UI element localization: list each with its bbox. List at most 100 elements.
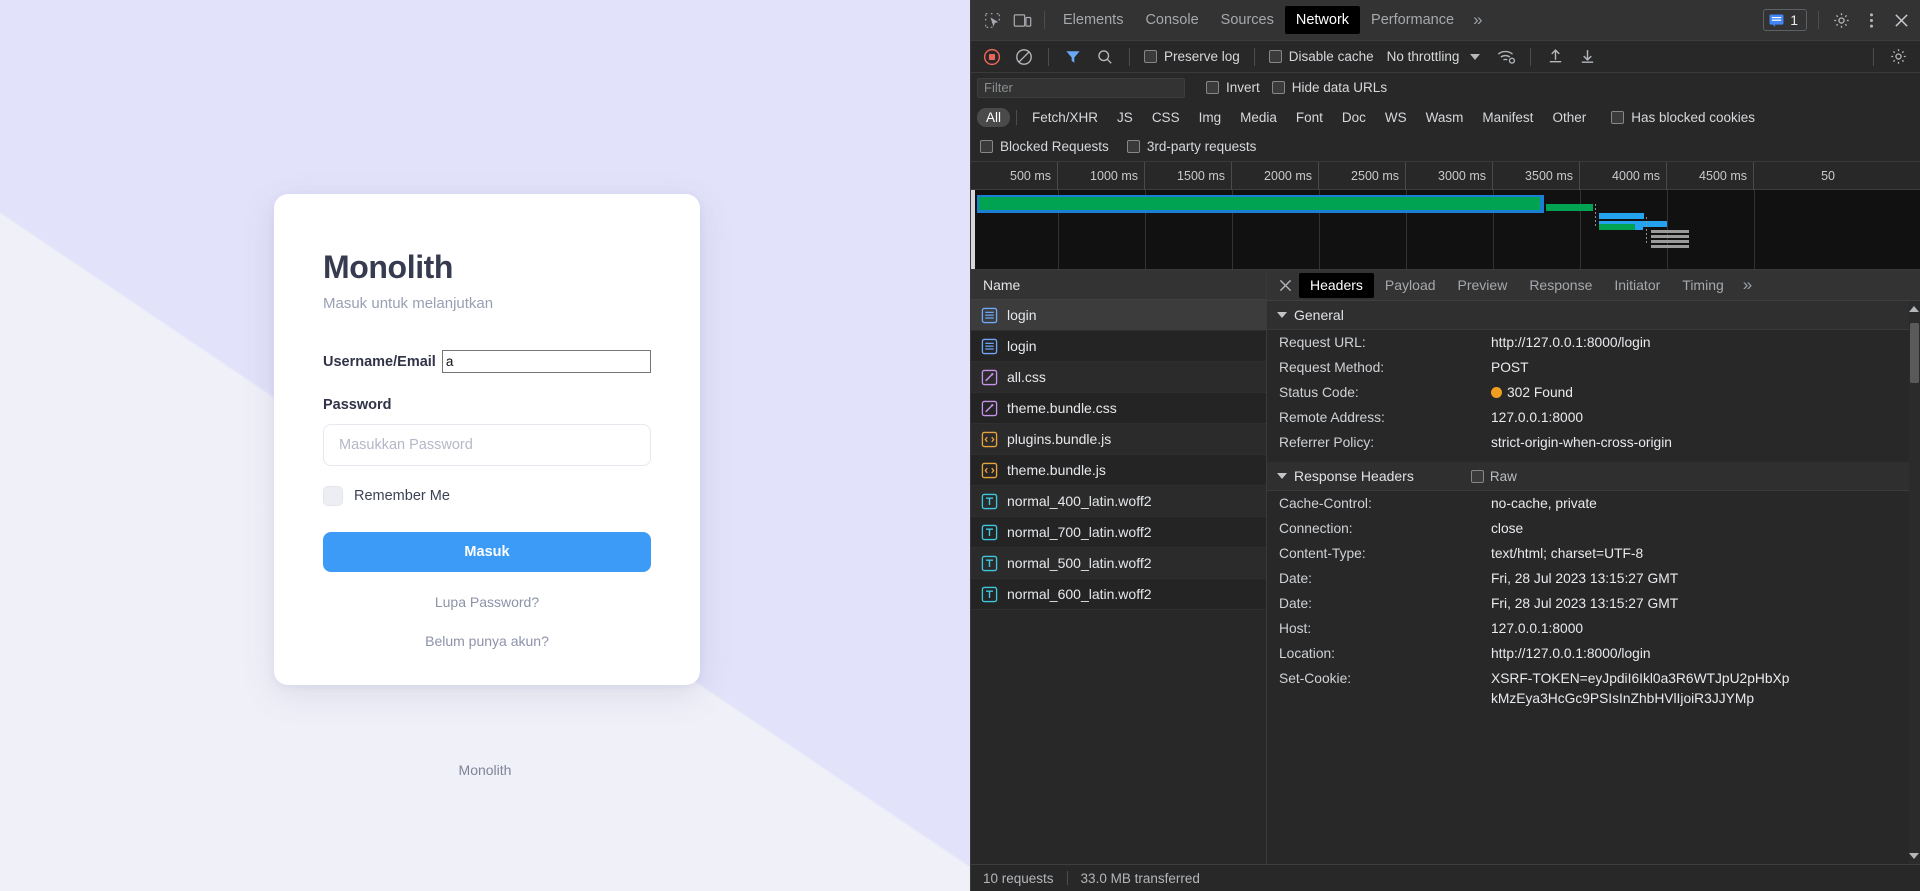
export-har-icon[interactable] bbox=[1572, 42, 1602, 72]
css-file-icon bbox=[981, 400, 998, 416]
network-overview-timeline[interactable]: 500 ms 1000 ms 1500 ms 2000 ms 2500 ms 3… bbox=[971, 162, 1920, 270]
header-key: Status Code: bbox=[1279, 384, 1359, 400]
clear-requests-icon[interactable] bbox=[1009, 42, 1039, 72]
forgot-password-link[interactable]: Lupa Password? bbox=[323, 594, 651, 610]
chip-wasm[interactable]: Wasm bbox=[1417, 108, 1473, 127]
tab-performance[interactable]: Performance bbox=[1360, 6, 1465, 34]
username-input[interactable] bbox=[441, 350, 651, 374]
more-tabs-icon[interactable]: » bbox=[1465, 10, 1488, 30]
screen-root: Monolith Masuk untuk melanjutkan Usernam… bbox=[0, 0, 1920, 891]
filter-funnel-icon[interactable] bbox=[1058, 42, 1088, 72]
close-detail-icon[interactable] bbox=[1271, 271, 1299, 299]
table-row[interactable]: theme.bundle.js bbox=[971, 455, 1266, 486]
remember-me-checkbox[interactable] bbox=[323, 486, 343, 507]
hide-data-urls-box[interactable] bbox=[1271, 81, 1285, 94]
console-messages-badge[interactable]: 1 bbox=[1763, 9, 1807, 31]
register-link[interactable]: Belum punya akun? bbox=[323, 633, 651, 649]
font-file-icon bbox=[981, 493, 998, 509]
hide-data-urls-checkbox[interactable]: Hide data URLs bbox=[1267, 80, 1392, 95]
invert-box[interactable] bbox=[1206, 81, 1219, 94]
tab-response[interactable]: Response bbox=[1518, 273, 1603, 298]
request-name: plugins.bundle.js bbox=[1007, 431, 1112, 447]
scroll-up-icon[interactable] bbox=[1909, 306, 1919, 312]
detail-scrollbar[interactable] bbox=[1909, 301, 1920, 864]
device-toolbar-icon[interactable] bbox=[1007, 5, 1037, 35]
header-value: http://127.0.0.1:8000/login bbox=[1491, 334, 1651, 350]
tab-initiator[interactable]: Initiator bbox=[1603, 273, 1671, 298]
disable-cache-box[interactable] bbox=[1268, 50, 1282, 63]
inspect-element-icon[interactable] bbox=[977, 5, 1007, 35]
font-file-icon bbox=[981, 586, 998, 602]
blocked-requests-checkbox[interactable]: Blocked Requests bbox=[980, 139, 1109, 154]
filter-input[interactable] bbox=[977, 77, 1185, 98]
request-list-panel: Name login login all.css theme.bundle.cs… bbox=[971, 270, 1267, 864]
more-detail-tabs-icon[interactable]: » bbox=[1735, 275, 1758, 295]
request-list-column-header[interactable]: Name bbox=[971, 270, 1266, 300]
has-blocked-cookies-checkbox[interactable]: Has blocked cookies bbox=[1606, 110, 1760, 125]
scroll-thumb[interactable] bbox=[1910, 323, 1919, 383]
raw-box[interactable] bbox=[1470, 469, 1484, 483]
tick-5000: 50 bbox=[1821, 169, 1835, 183]
chip-font[interactable]: Font bbox=[1287, 108, 1332, 127]
disable-cache-checkbox[interactable]: Disable cache bbox=[1264, 49, 1379, 64]
network-settings-gear-icon[interactable] bbox=[1883, 42, 1913, 72]
third-party-requests-checkbox[interactable]: 3rd-party requests bbox=[1126, 139, 1256, 154]
table-row[interactable]: login bbox=[971, 300, 1266, 331]
scroll-down-icon[interactable] bbox=[1909, 853, 1919, 859]
overview-divider-dash-1 bbox=[1595, 204, 1596, 226]
table-row[interactable]: login bbox=[971, 331, 1266, 362]
chip-ws[interactable]: WS bbox=[1376, 108, 1416, 127]
preserve-log-checkbox[interactable]: Preserve log bbox=[1139, 49, 1245, 64]
chip-manifest[interactable]: Manifest bbox=[1473, 108, 1542, 127]
general-section-header[interactable]: General bbox=[1267, 301, 1920, 330]
tab-payload[interactable]: Payload bbox=[1374, 273, 1447, 298]
header-value: 127.0.0.1:8000 bbox=[1491, 409, 1584, 425]
table-row[interactable]: normal_500_latin.woff2 bbox=[971, 548, 1266, 579]
tab-elements[interactable]: Elements bbox=[1052, 6, 1134, 34]
tab-preview[interactable]: Preview bbox=[1447, 273, 1519, 298]
chip-media[interactable]: Media bbox=[1231, 108, 1286, 127]
chip-doc[interactable]: Doc bbox=[1333, 108, 1375, 127]
has-blocked-cookies-box[interactable] bbox=[1611, 110, 1625, 124]
tab-console[interactable]: Console bbox=[1134, 6, 1209, 34]
record-stop-icon[interactable] bbox=[977, 42, 1007, 72]
search-icon[interactable] bbox=[1090, 42, 1120, 72]
table-row[interactable]: plugins.bundle.js bbox=[971, 424, 1266, 455]
remember-me-row[interactable]: Remember Me bbox=[323, 486, 651, 507]
raw-checkbox[interactable]: Raw bbox=[1470, 469, 1517, 484]
chip-fetch-xhr[interactable]: Fetch/XHR bbox=[1023, 108, 1107, 127]
chip-other[interactable]: Other bbox=[1543, 108, 1595, 127]
table-row[interactable]: theme.bundle.css bbox=[971, 393, 1266, 424]
third-party-requests-box[interactable] bbox=[1126, 140, 1140, 153]
settings-gear-icon[interactable] bbox=[1826, 5, 1856, 35]
tab-headers[interactable]: Headers bbox=[1299, 272, 1374, 298]
table-row[interactable]: normal_700_latin.woff2 bbox=[971, 517, 1266, 548]
timeline-left-handle[interactable] bbox=[971, 190, 975, 269]
close-devtools-icon[interactable] bbox=[1886, 5, 1916, 35]
preserve-log-box[interactable] bbox=[1144, 50, 1157, 63]
chip-img[interactable]: Img bbox=[1190, 108, 1231, 127]
chevron-down-icon[interactable] bbox=[1470, 53, 1481, 60]
tab-timing[interactable]: Timing bbox=[1671, 273, 1735, 298]
blocked-requests-box[interactable] bbox=[980, 140, 993, 153]
network-conditions-icon[interactable] bbox=[1491, 42, 1521, 72]
table-row[interactable]: normal_400_latin.woff2 bbox=[971, 486, 1266, 517]
password-input[interactable] bbox=[323, 424, 651, 467]
chip-all[interactable]: All bbox=[977, 107, 1011, 127]
table-row[interactable]: all.css bbox=[971, 362, 1266, 393]
page-title: Monolith bbox=[323, 249, 454, 285]
timeline-ruler: 500 ms 1000 ms 1500 ms 2000 ms 2500 ms 3… bbox=[971, 162, 1920, 190]
chip-css[interactable]: CSS bbox=[1143, 108, 1189, 127]
status-badge bbox=[1491, 387, 1502, 398]
overview-divider-dash-2 bbox=[1646, 217, 1647, 245]
tab-sources[interactable]: Sources bbox=[1210, 6, 1285, 34]
overflow-menu-icon[interactable] bbox=[1856, 5, 1886, 35]
import-har-icon[interactable] bbox=[1540, 42, 1570, 72]
submit-button[interactable]: Masuk bbox=[323, 532, 651, 573]
invert-checkbox[interactable]: Invert bbox=[1201, 80, 1265, 95]
response-headers-section-header[interactable]: Response Headers Raw bbox=[1267, 462, 1920, 491]
chip-js[interactable]: JS bbox=[1108, 108, 1142, 127]
table-row[interactable]: normal_600_latin.woff2 bbox=[971, 579, 1266, 610]
throttling-select[interactable]: No throttling bbox=[1381, 49, 1463, 64]
tab-network[interactable]: Network bbox=[1284, 6, 1361, 34]
